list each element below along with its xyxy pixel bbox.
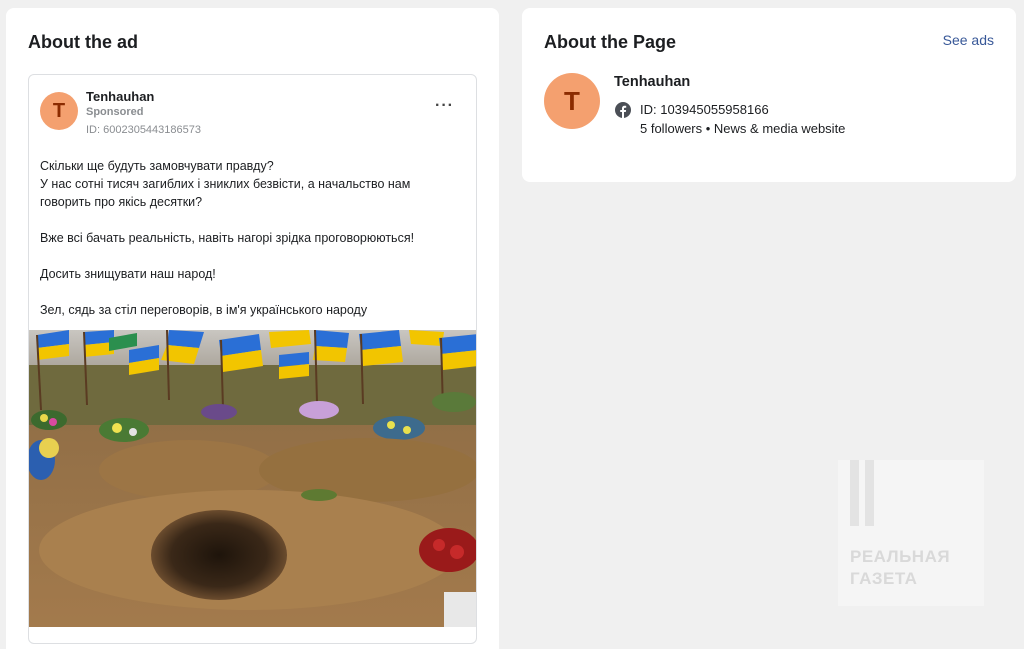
page-id: ID: 103945055958166 [640,102,769,117]
about-ad-title: About the ad [28,32,138,52]
facebook-icon [615,102,631,118]
page-name[interactable]: Tenhauhan [614,74,690,90]
about-ad-card: About the ad T Tenhauhan Sponsored ID: 6… [6,8,499,649]
ad-text-line: Досить знищувати наш народ! [40,267,216,281]
ad-id: ID: 6002305443186573 [86,124,201,136]
ad-text-line: Вже всі бачать реальність, навіть нагорі… [40,231,415,245]
ad-avatar[interactable]: T [40,92,78,130]
more-options-icon[interactable]: ··· [435,98,454,114]
ad-text-line: Скільки ще будуть замовчувати правду? [40,159,274,173]
about-page-card: About the Page See ads T Tenhauhan ID: 1… [522,8,1016,182]
watermark: РЕАЛЬНАЯ ГАЗЕТА [838,460,984,606]
ad-page-name[interactable]: Tenhauhan [86,89,154,104]
cemetery-photo [29,330,476,627]
see-ads-link[interactable]: See ads [943,32,994,48]
watermark-text: РЕАЛЬНАЯ ГАЗЕТА [850,546,950,590]
about-page-title: About the Page [544,32,677,52]
watermark-logo [850,460,876,526]
ad-sponsored-label: Sponsored [86,106,144,118]
ad-image[interactable] [29,330,476,627]
page-avatar[interactable]: T [544,73,600,129]
ad-preview: T Tenhauhan Sponsored ID: 60023054431865… [28,74,477,644]
ad-text-line: говорить про якісь десятки? [40,195,203,209]
watermark-line: РЕАЛЬНАЯ [850,547,951,566]
ad-text-line: Зел, сядь за стіл переговорів, в ім'я ук… [40,303,368,317]
page-meta: 5 followers • News & media website [640,121,846,136]
watermark-line: ГАЗЕТА [850,569,918,588]
ad-body-text: Скільки ще будуть замовчувати правду? У … [40,157,460,319]
ad-text-line: У нас сотні тисяч загиблих і зниклих без… [40,177,411,191]
